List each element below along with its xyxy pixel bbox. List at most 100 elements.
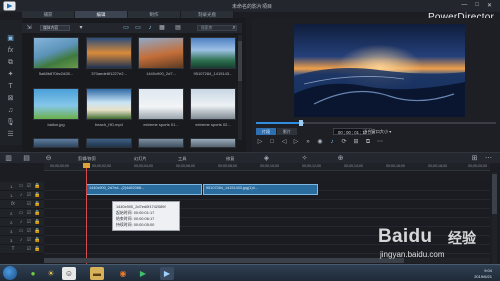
track-lane[interactable]: [44, 218, 490, 227]
media-thumbnail[interactable]: [33, 138, 79, 148]
maximize-button[interactable]: □: [475, 2, 479, 9]
lock-icon[interactable]: 🔒: [34, 219, 40, 226]
media-thumbnail[interactable]: [190, 88, 236, 120]
media-thumbnail[interactable]: [138, 37, 184, 69]
track-enable-icon[interactable]: ☑: [26, 210, 32, 217]
lock-icon[interactable]: 🔒: [34, 246, 40, 253]
volume-icon[interactable]: ♪: [328, 138, 336, 146]
app-weather-icon[interactable]: ☀: [44, 267, 58, 280]
timeline-clip[interactable]: 95107284_14151433.jpg(1)4...: [203, 184, 318, 195]
track-lane[interactable]: [44, 245, 490, 254]
tools-button[interactable]: 工具: [178, 155, 186, 162]
track-enable-icon[interactable]: ☑: [26, 201, 32, 208]
minimize-button[interactable]: —: [461, 2, 467, 9]
qq-icon[interactable]: ☺: [62, 267, 76, 280]
lock-icon[interactable]: 🔒: [34, 228, 40, 235]
track-enable-icon[interactable]: ☑: [26, 219, 32, 226]
playhead-handle[interactable]: [83, 163, 90, 168]
trim-button[interactable]: 剪辑/修剪: [78, 155, 96, 162]
track-lane[interactable]: [44, 236, 490, 245]
library-scrollbar[interactable]: [238, 35, 242, 140]
lock-icon[interactable]: 🔒: [34, 210, 40, 217]
magic-icon[interactable]: ✧: [300, 154, 309, 163]
video-filter-icon[interactable]: ▭: [122, 24, 130, 32]
keyframe-icon[interactable]: ◈: [262, 154, 271, 163]
tab-edit[interactable]: 编辑: [75, 11, 128, 18]
timeline-view-icon[interactable]: ▤: [22, 154, 31, 163]
title-room-icon[interactable]: T: [5, 82, 16, 91]
media-thumbnail[interactable]: [190, 138, 236, 148]
media-thumbnail[interactable]: [33, 37, 79, 69]
media-player-icon[interactable]: ▶: [136, 267, 150, 280]
link-icon[interactable]: ⊖: [44, 154, 53, 163]
timeline-vertical-scrollbar[interactable]: [492, 172, 497, 264]
timeline-horizontal-scrollbar[interactable]: [44, 258, 490, 263]
fast-forward-icon[interactable]: »: [304, 138, 312, 146]
storyboard-icon[interactable]: ▥: [4, 154, 13, 163]
clock[interactable]: 9:04 2019/6/21: [474, 268, 492, 280]
audio-filter-icon[interactable]: ♪: [146, 24, 154, 32]
fit-window-select[interactable]: 适合窗口大小 ▾: [363, 128, 391, 135]
fix-button[interactable]: 修复: [226, 155, 234, 162]
track-enable-icon[interactable]: ☑: [26, 228, 32, 235]
movie-mode-button[interactable]: 影片: [277, 128, 297, 135]
lock-icon[interactable]: 🔒: [34, 192, 40, 199]
horizontal-scroll-thumb[interactable]: [44, 258, 404, 263]
play-icon[interactable]: ▷: [256, 138, 264, 146]
sort-icon[interactable]: ▦: [158, 24, 166, 32]
explorer-icon[interactable]: ▬: [90, 267, 104, 280]
track-lane[interactable]: [44, 227, 490, 236]
track-enable-icon[interactable]: ☑: [26, 246, 32, 253]
slideshow-button[interactable]: 幻灯片: [134, 155, 147, 162]
lock-icon[interactable]: 🔒: [34, 237, 40, 244]
timeline-settings-icon[interactable]: ⋯: [484, 154, 493, 163]
app-360-icon[interactable]: ●: [26, 267, 40, 280]
search-icon[interactable]: ⌕: [230, 24, 238, 32]
grid-view-icon[interactable]: ▤: [174, 24, 182, 32]
lock-icon[interactable]: 🔒: [34, 183, 40, 190]
zoom-icon[interactable]: ⊞: [470, 154, 479, 163]
timeline-clip[interactable]: 1440x900_2d7ed...(2)4d52088...: [86, 184, 202, 195]
media-thumbnail[interactable]: [33, 88, 79, 120]
tab-capture[interactable]: 捕获: [22, 11, 75, 18]
import-icon[interactable]: ⇲: [25, 24, 33, 32]
next-frame-icon[interactable]: ▷: [292, 138, 300, 146]
voice-over-icon[interactable]: 🎙: [5, 118, 16, 127]
powerdirector-taskbar-icon[interactable]: ▶: [160, 267, 174, 280]
image-filter-icon[interactable]: ▭: [134, 24, 142, 32]
media-thumbnail[interactable]: [138, 88, 184, 120]
media-thumbnail[interactable]: [86, 88, 132, 120]
track-enable-icon[interactable]: ☑: [26, 183, 32, 190]
media-room-icon[interactable]: ▣: [5, 34, 16, 43]
audio-mixing-icon[interactable]: ♫: [5, 106, 16, 115]
mix-icon[interactable]: ⊕: [336, 154, 345, 163]
track-enable-icon[interactable]: ☑: [26, 237, 32, 244]
pip-room-icon[interactable]: ⧉: [5, 58, 16, 67]
view-3d-icon[interactable]: ⊞: [352, 138, 360, 146]
media-thumbnail[interactable]: [86, 37, 132, 69]
scrubber-handle[interactable]: [299, 120, 304, 126]
tab-produce[interactable]: 制作: [128, 11, 181, 18]
lock-icon[interactable]: 🔒: [34, 201, 40, 208]
chevron-down-icon[interactable]: ▾: [77, 24, 85, 32]
undock-icon[interactable]: ⧉: [364, 138, 372, 146]
firefox-icon[interactable]: ◉: [116, 267, 130, 280]
snapshot-icon[interactable]: ◉: [316, 138, 324, 146]
fx-room-icon[interactable]: fx: [5, 46, 16, 55]
tab-create-disc[interactable]: 刻录光盘: [181, 11, 234, 18]
loop-icon[interactable]: ⟳: [340, 138, 348, 146]
stop-icon[interactable]: □: [268, 138, 276, 146]
media-thumbnail[interactable]: [190, 37, 236, 69]
previous-frame-icon[interactable]: ◁: [280, 138, 288, 146]
transition-room-icon[interactable]: ⊠: [5, 94, 16, 103]
library-scroll-thumb[interactable]: [238, 41, 242, 81]
start-button[interactable]: [3, 266, 17, 280]
more-icon[interactable]: ⋯: [376, 138, 384, 146]
media-thumbnail[interactable]: [138, 138, 184, 148]
media-thumbnail[interactable]: [86, 138, 132, 148]
track-lane[interactable]: [44, 209, 490, 218]
track-enable-icon[interactable]: ☑: [26, 192, 32, 199]
vertical-scroll-thumb[interactable]: [492, 174, 497, 214]
chapter-room-icon[interactable]: ☰: [5, 130, 16, 139]
particle-room-icon[interactable]: ✦: [5, 70, 16, 79]
